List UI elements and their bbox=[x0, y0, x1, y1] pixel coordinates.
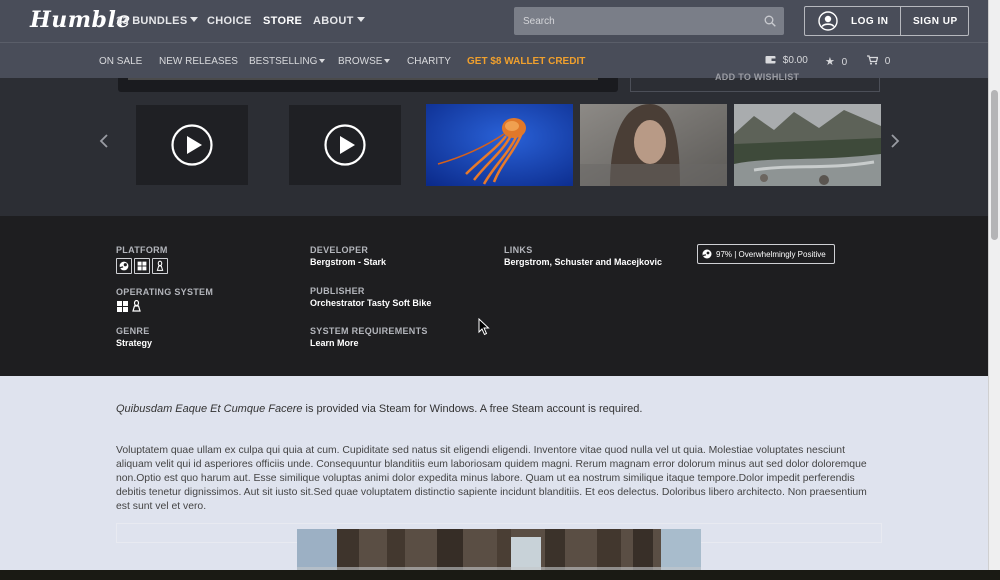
carousel-prev-arrow-icon[interactable] bbox=[98, 134, 110, 148]
page-scrollbar[interactable] bbox=[988, 0, 1000, 580]
auth-group: LOG IN SIGN UP bbox=[804, 6, 969, 36]
sub-nav: ON SALE NEW RELEASES BESTSELLING BROWSE … bbox=[0, 42, 988, 78]
star-icon: ★ bbox=[825, 56, 835, 68]
chevron-down-icon bbox=[319, 59, 326, 63]
steam-icon bbox=[702, 249, 712, 259]
steam-note-text: is provided via Steam for Windows. A fre… bbox=[302, 403, 643, 415]
nav-choice[interactable]: CHOICE bbox=[207, 15, 252, 27]
nav-bundles[interactable]: 13 BUNDLES bbox=[116, 15, 199, 27]
description-section: Quibusdam Eaque Et Cumque Facere is prov… bbox=[0, 376, 988, 580]
nav-about-label: ABOUT bbox=[313, 15, 354, 27]
mouse-cursor-icon bbox=[478, 318, 490, 336]
genre-value[interactable]: Strategy bbox=[116, 338, 152, 348]
chevron-down-icon bbox=[190, 17, 199, 22]
signup-button[interactable]: SIGN UP bbox=[913, 16, 958, 27]
subnav-bestselling[interactable]: BESTSELLING bbox=[249, 56, 326, 67]
wallet-icon bbox=[765, 56, 776, 64]
bottom-edge bbox=[0, 570, 1000, 580]
steam-requirement-note: Quibusdam Eaque Et Cumque Facere is prov… bbox=[116, 403, 642, 415]
developer-value[interactable]: Bergstrom - Stark bbox=[310, 257, 386, 267]
system-requirements-link[interactable]: Learn More bbox=[310, 338, 359, 348]
jellyfish-screenshot-thumbnail[interactable] bbox=[426, 104, 573, 186]
video-thumbnail[interactable] bbox=[289, 105, 401, 185]
game-description: Voluptatem quae ullam ex culpa qui quia … bbox=[116, 445, 867, 512]
cart-icon bbox=[867, 55, 879, 65]
play-icon bbox=[171, 124, 213, 166]
cart-count: 0 bbox=[884, 56, 891, 67]
top-nav: Humble 13 BUNDLES CHOICE STORE ABOUT LOG… bbox=[0, 0, 988, 42]
game-title: Quibusdam Eaque Et Cumque Facere bbox=[116, 403, 303, 415]
nav-store[interactable]: STORE bbox=[263, 15, 302, 27]
linux-icon bbox=[132, 300, 141, 312]
wallet-widget[interactable]: $0.00 bbox=[765, 55, 808, 66]
wallet-balance: $0.00 bbox=[782, 55, 808, 66]
subnav-browse[interactable]: BROWSE bbox=[338, 56, 391, 67]
genre-label: GENRE bbox=[116, 326, 150, 336]
steam-rating-badge[interactable]: 97% | Overwhelmingly Positive bbox=[697, 244, 835, 264]
carousel-next-arrow-icon[interactable] bbox=[889, 134, 901, 148]
main-media-viewer-edge bbox=[118, 78, 618, 92]
links-label: LINKS bbox=[504, 245, 533, 255]
system-requirements-label: SYSTEM REQUIREMENTS bbox=[310, 326, 428, 336]
links-value[interactable]: Bergstrom, Schuster and Macejkovic bbox=[504, 257, 662, 267]
publisher-value[interactable]: Orchestrator Tasty Soft Bike bbox=[310, 298, 431, 308]
river-screenshot-thumbnail[interactable] bbox=[734, 104, 881, 186]
subnav-wallet-credit[interactable]: GET $8 WALLET CREDIT bbox=[467, 56, 585, 67]
linux-icon bbox=[152, 258, 168, 274]
platform-label: PLATFORM bbox=[116, 245, 168, 255]
search-icon[interactable] bbox=[764, 15, 776, 27]
chevron-down-icon bbox=[384, 59, 391, 63]
subnav-charity[interactable]: CHARITY bbox=[407, 56, 451, 67]
rating-text: 97% | Overwhelmingly Positive bbox=[716, 250, 826, 259]
subnav-browse-label: BROWSE bbox=[338, 56, 383, 67]
subnav-new-releases[interactable]: NEW RELEASES bbox=[159, 56, 238, 67]
game-details-panel: PLATFORM OPERATING SYSTEM GENRE Strategy… bbox=[0, 216, 988, 376]
video-thumbnail[interactable] bbox=[136, 105, 248, 185]
nav-about[interactable]: ABOUT bbox=[313, 15, 365, 27]
scrollbar-thumb[interactable] bbox=[991, 90, 998, 240]
cart-widget[interactable]: 0 bbox=[867, 55, 890, 67]
portrait-screenshot-thumbnail[interactable] bbox=[580, 104, 727, 186]
search-box bbox=[514, 7, 784, 35]
wishlist-widget[interactable]: ★ 0 bbox=[825, 55, 847, 68]
publisher-label: PUBLISHER bbox=[310, 286, 365, 296]
login-button[interactable]: LOG IN bbox=[851, 16, 888, 27]
steam-icon bbox=[116, 258, 132, 274]
auth-divider bbox=[900, 7, 901, 35]
nav-bundles-label: 13 BUNDLES bbox=[116, 15, 188, 27]
media-carousel: ADD TO WISHLIST bbox=[0, 72, 988, 216]
play-icon bbox=[324, 124, 366, 166]
wishlist-button[interactable]: ADD TO WISHLIST bbox=[630, 72, 880, 92]
wishlist-button-label: ADD TO WISHLIST bbox=[715, 72, 800, 82]
search-input[interactable] bbox=[514, 7, 754, 35]
user-avatar-icon[interactable] bbox=[818, 11, 838, 31]
subnav-bestselling-label: BESTSELLING bbox=[249, 56, 318, 67]
developer-label: DEVELOPER bbox=[310, 245, 369, 255]
video-progress-bar[interactable] bbox=[128, 78, 598, 80]
wishlist-count: 0 bbox=[841, 57, 848, 68]
windows-icon bbox=[134, 258, 150, 274]
os-label: OPERATING SYSTEM bbox=[116, 287, 214, 297]
subnav-on-sale[interactable]: ON SALE bbox=[99, 56, 142, 67]
chevron-down-icon bbox=[356, 17, 365, 22]
windows-icon bbox=[117, 301, 128, 312]
